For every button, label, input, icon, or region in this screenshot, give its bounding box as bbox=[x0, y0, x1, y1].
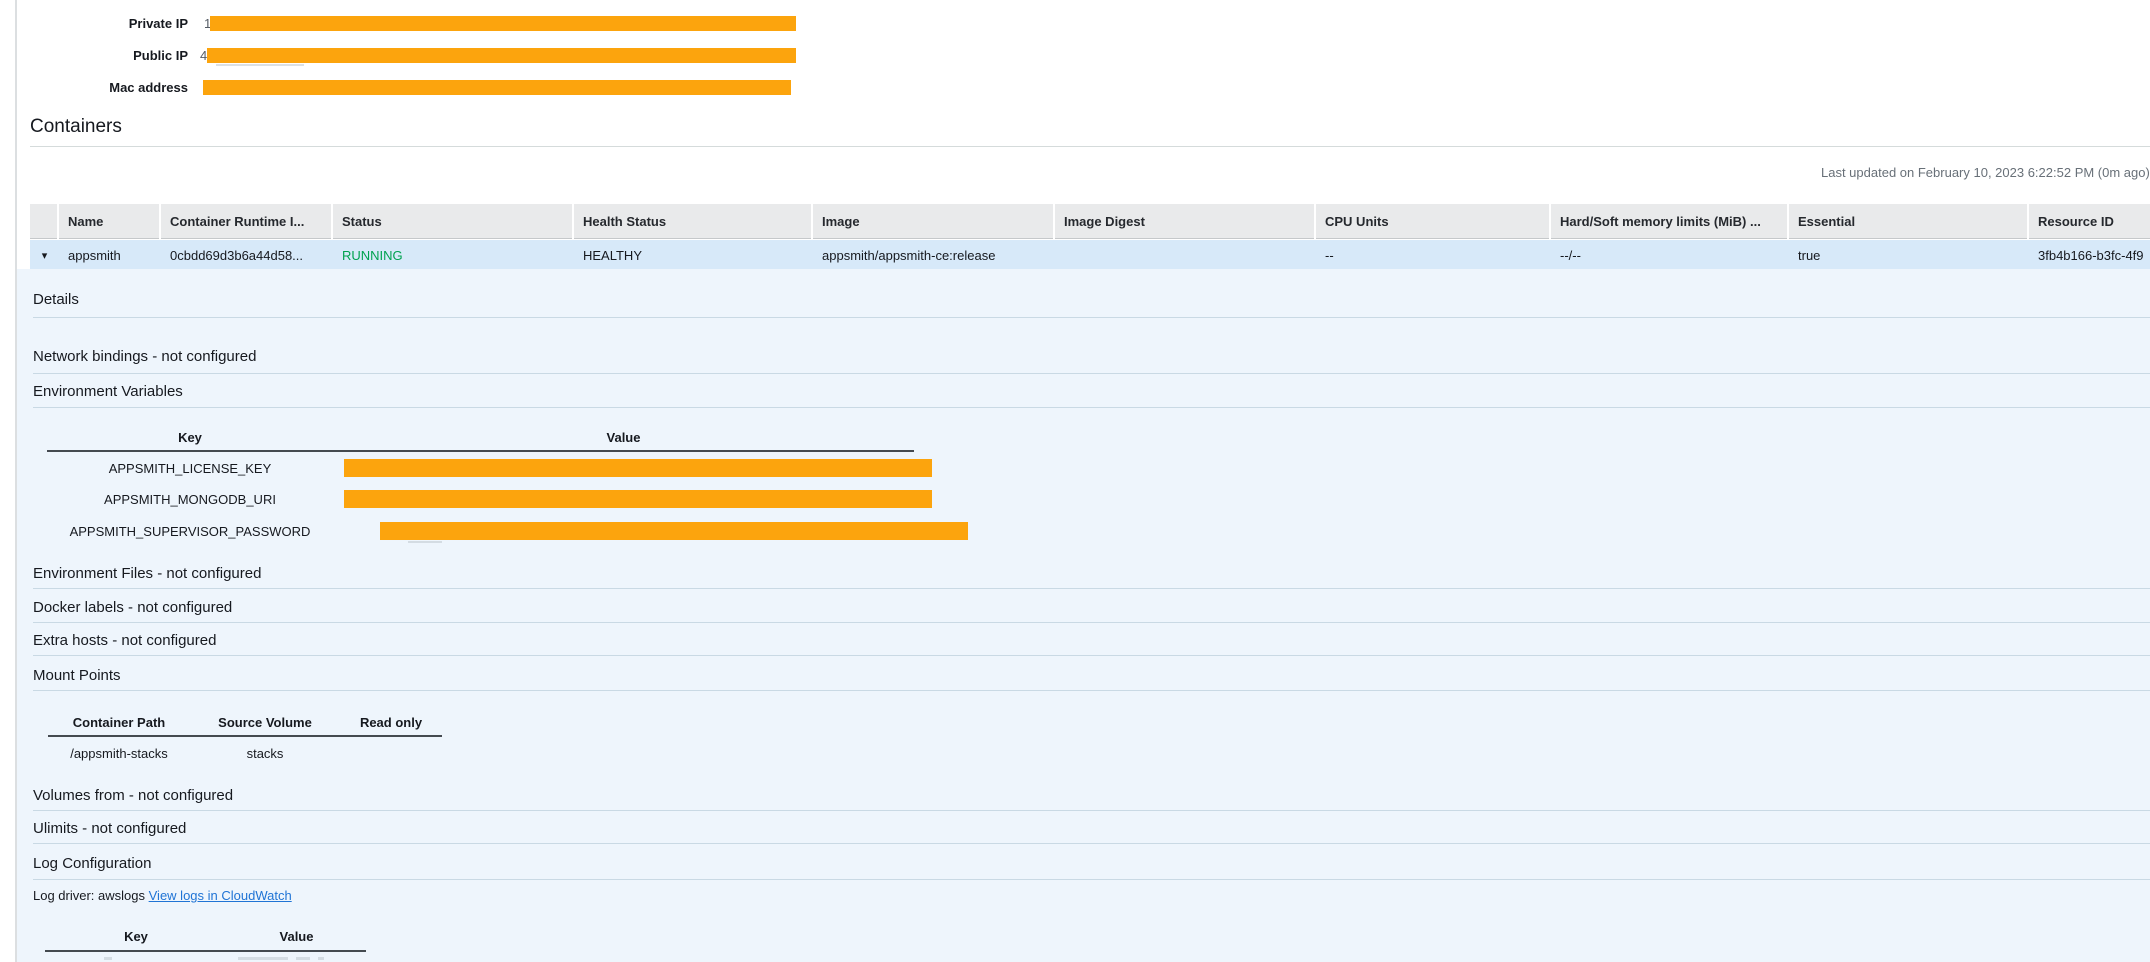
column-header-name: Name bbox=[59, 204, 159, 239]
mount-header-underline bbox=[48, 735, 442, 737]
column-header-memory-limits: Hard/Soft memory limits (MiB) ... bbox=[1551, 204, 1787, 239]
view-logs-in-cloudwatch-link[interactable]: View logs in CloudWatch bbox=[149, 888, 292, 903]
container-table-row[interactable]: ▾ appsmith 0cbdd69d3b6a44d58... RUNNING … bbox=[30, 240, 2150, 270]
column-header-resource-id: Resource ID bbox=[2029, 204, 2150, 239]
section-heading-network-bindings: Network bindings - not configured bbox=[33, 348, 256, 365]
cell-name: appsmith bbox=[59, 240, 161, 270]
column-header-cpu-units: CPU Units bbox=[1316, 204, 1549, 239]
section-divider bbox=[33, 317, 2150, 318]
public-ip-redaction-bar bbox=[207, 48, 796, 63]
containers-heading: Containers bbox=[30, 116, 122, 138]
cell-runtime-id: 0cbdd69d3b6a44d58... bbox=[161, 240, 333, 270]
mount-source-volume-value: stacks bbox=[190, 746, 340, 761]
cell-image-digest bbox=[1055, 240, 1316, 270]
column-header-essential: Essential bbox=[1789, 204, 2027, 239]
private-ip-label: Private IP bbox=[0, 16, 188, 31]
env-var-value-redaction-bar bbox=[380, 522, 968, 540]
section-heading-environment-files: Environment Files - not configured bbox=[33, 565, 261, 582]
mount-container-path-value: /appsmith-stacks bbox=[48, 746, 190, 761]
section-heading-extra-hosts: Extra hosts - not configured bbox=[33, 632, 216, 649]
section-divider bbox=[33, 622, 2150, 623]
last-updated-text: Last updated on February 10, 2023 6:22:5… bbox=[1821, 165, 2150, 180]
cell-cpu-units: -- bbox=[1316, 240, 1551, 270]
column-header-image: Image bbox=[813, 204, 1053, 239]
column-header-status: Status bbox=[333, 204, 572, 239]
env-var-key: APPSMITH_LICENSE_KEY bbox=[47, 461, 333, 476]
section-heading-environment-variables: Environment Variables bbox=[33, 383, 183, 400]
containers-heading-rule bbox=[30, 146, 2150, 147]
section-heading-mount-points: Mount Points bbox=[33, 667, 121, 684]
section-heading-volumes-from: Volumes from - not configured bbox=[33, 787, 233, 804]
cell-essential: true bbox=[1789, 240, 2029, 270]
collapse-row-button[interactable]: ▾ bbox=[30, 240, 59, 270]
section-divider bbox=[33, 810, 2150, 811]
expander-column-header bbox=[30, 204, 57, 239]
log-driver-line: Log driver: awslogs View logs in CloudWa… bbox=[33, 888, 292, 903]
log-driver-text: Log driver: awslogs bbox=[33, 888, 145, 903]
env-vars-header-underline bbox=[47, 450, 914, 452]
cell-status: RUNNING bbox=[333, 240, 574, 270]
cell-image: appsmith/appsmith-ce:release bbox=[813, 240, 1055, 270]
section-heading-docker-labels: Docker labels - not configured bbox=[33, 599, 232, 616]
log-options-header-underline bbox=[45, 950, 366, 952]
clipped-row-artifact bbox=[318, 957, 324, 960]
section-divider bbox=[33, 843, 2150, 844]
section-heading-details: Details bbox=[33, 291, 79, 308]
chevron-down-icon: ▾ bbox=[42, 249, 48, 262]
clipped-row-artifact bbox=[296, 957, 310, 960]
clipped-row-artifact bbox=[238, 957, 288, 960]
env-var-key: APPSMITH_SUPERVISOR_PASSWORD bbox=[47, 524, 333, 539]
mount-read-only-header: Read only bbox=[340, 715, 442, 730]
section-divider bbox=[33, 407, 2150, 408]
mount-source-volume-header: Source Volume bbox=[190, 715, 340, 730]
mount-container-path-header: Container Path bbox=[48, 715, 190, 730]
env-var-value-redaction-bar bbox=[344, 459, 932, 477]
cell-resource-id: 3fb4b166-b3fc-4f9 bbox=[2029, 240, 2150, 270]
section-divider bbox=[33, 373, 2150, 374]
env-var-value-redaction-bar bbox=[344, 490, 932, 508]
ecs-task-details-page: Private IP 1 Public IP 4 Mac address Con… bbox=[0, 0, 2150, 962]
env-var-key: APPSMITH_MONGODB_URI bbox=[47, 492, 333, 507]
log-options-key-header: Key bbox=[45, 929, 227, 944]
private-ip-redaction-bar bbox=[210, 16, 796, 31]
section-heading-log-configuration: Log Configuration bbox=[33, 855, 151, 872]
env-vars-value-header: Value bbox=[333, 430, 914, 445]
section-heading-ulimits: Ulimits - not configured bbox=[33, 820, 186, 837]
column-header-image-digest: Image Digest bbox=[1055, 204, 1314, 239]
redaction-artifact bbox=[216, 64, 304, 66]
clipped-row-artifact bbox=[104, 957, 112, 960]
mac-address-redaction-bar bbox=[203, 80, 791, 95]
column-header-health-status: Health Status bbox=[574, 204, 811, 239]
mac-address-label: Mac address bbox=[0, 80, 188, 95]
redaction-artifact bbox=[408, 541, 442, 543]
containers-table-header: Name Container Runtime I... Status Healt… bbox=[30, 204, 2150, 239]
section-divider bbox=[33, 655, 2150, 656]
log-options-value-header: Value bbox=[227, 929, 366, 944]
section-divider bbox=[33, 879, 2150, 880]
env-vars-key-header: Key bbox=[47, 430, 333, 445]
cell-health-status: HEALTHY bbox=[574, 240, 813, 270]
section-divider bbox=[33, 690, 2150, 691]
section-divider bbox=[33, 588, 2150, 589]
cell-memory-limits: --/-- bbox=[1551, 240, 1789, 270]
column-header-runtime-id: Container Runtime I... bbox=[161, 204, 331, 239]
public-ip-label: Public IP bbox=[0, 48, 188, 63]
